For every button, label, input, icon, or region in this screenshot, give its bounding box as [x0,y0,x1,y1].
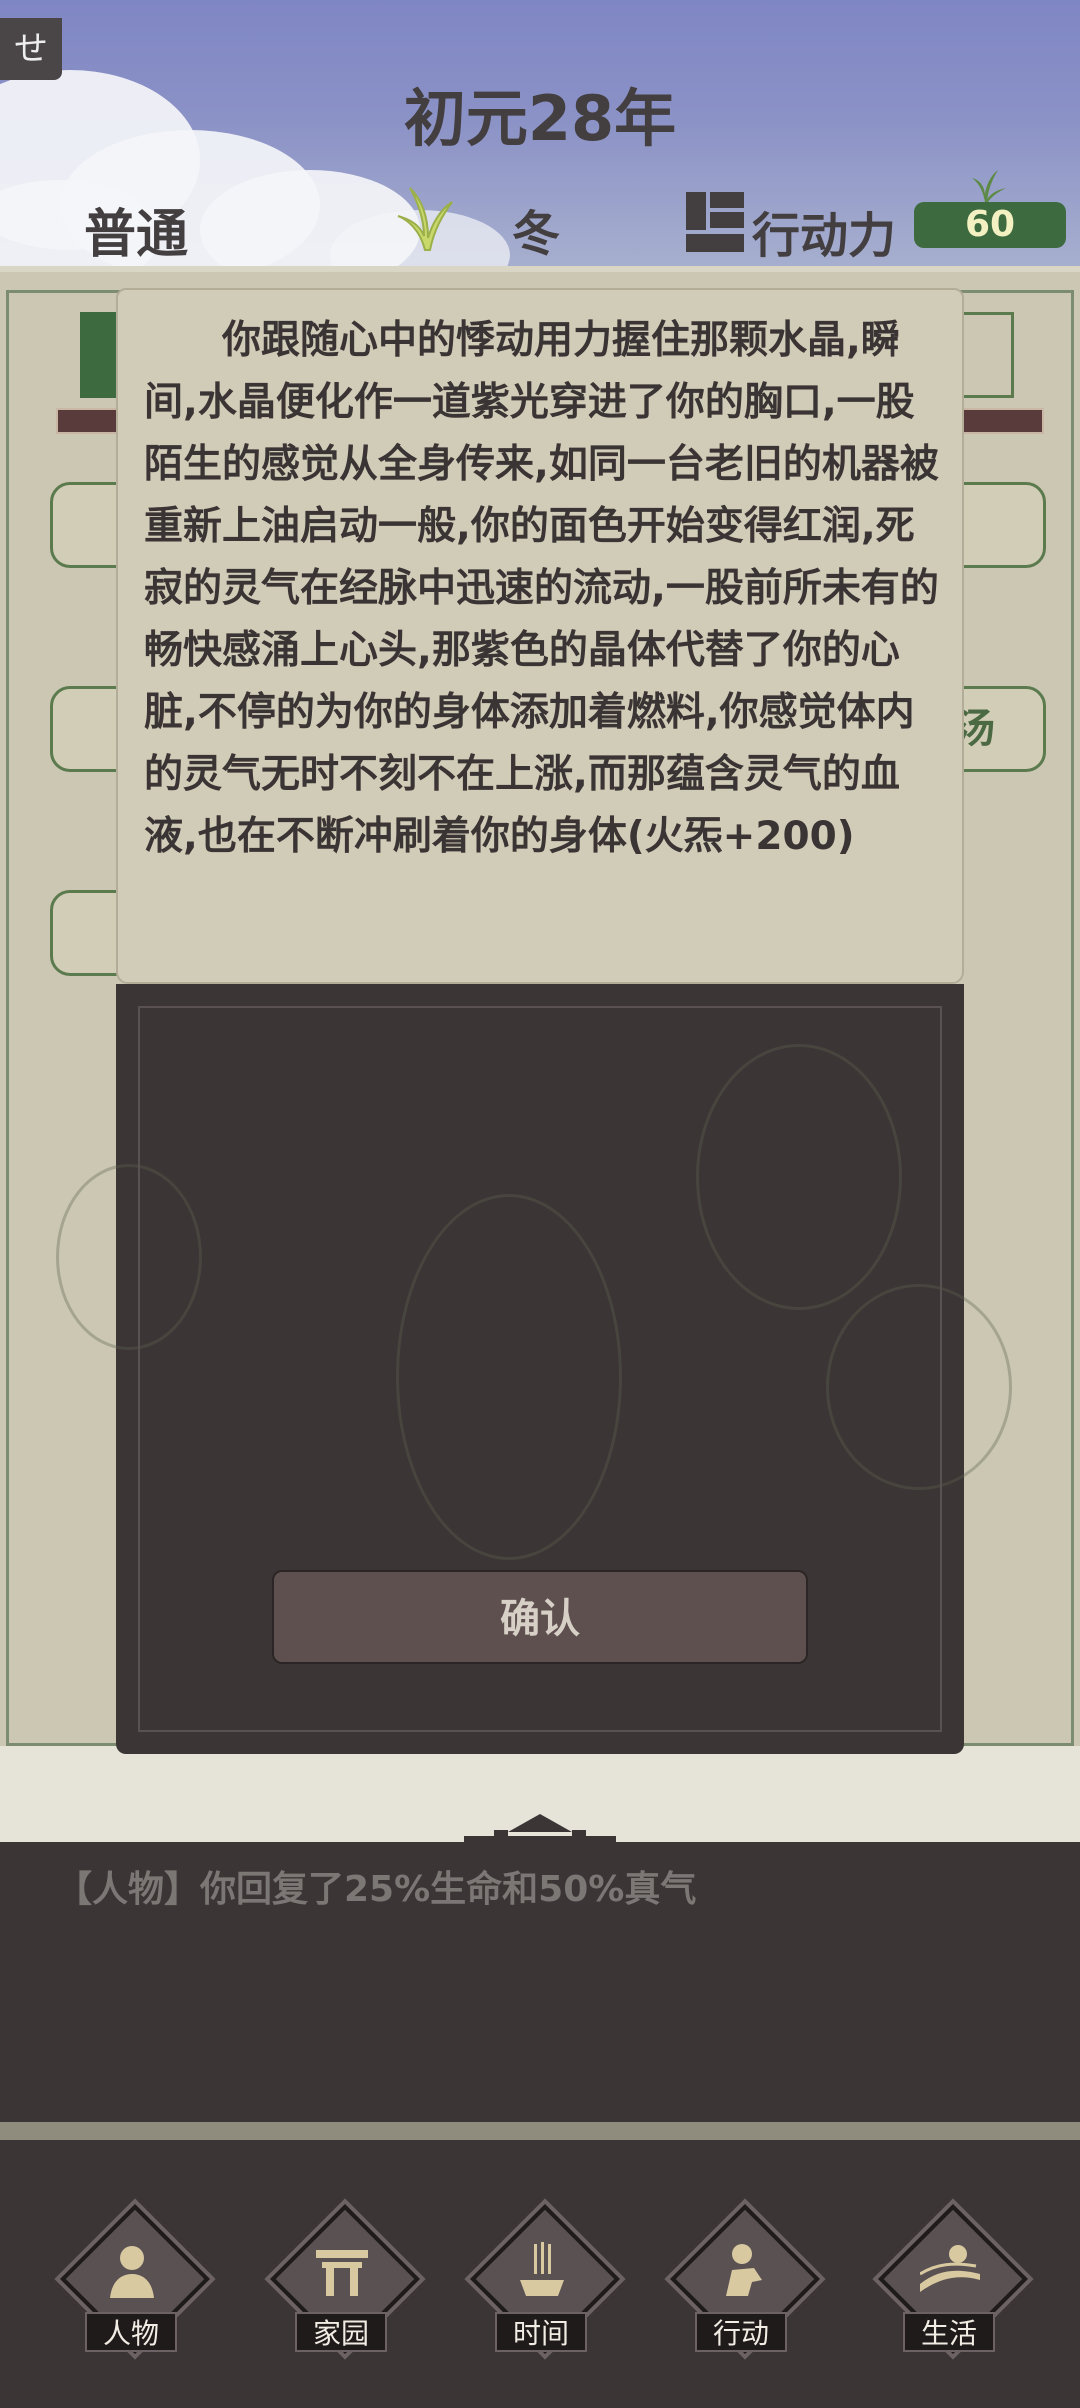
right-scroll-bar [960,408,1044,434]
log-message: 【人物】你回复了25%生命和50%真气 [56,1869,697,1910]
event-text: 你跟随心中的悸动用力握住那颗水晶,瞬间,水晶便化作一道紫光穿进了你的胸口,一股陌… [144,318,939,859]
difficulty-mode: 普通 [84,205,189,265]
nav-label: 生活 [903,2312,995,2352]
nav-home[interactable]: 家园 [260,2204,420,2354]
incense-icon [520,2242,564,2296]
nav-label: 行动 [695,2312,787,2352]
event-dialog: 你跟随心中的悸动用力握住那颗水晶,瞬间,水晶便化作一道紫光穿进了你的胸口,一股陌… [116,288,964,984]
action-icon [726,2244,762,2296]
nav-label: 人物 [85,2312,177,2352]
nav-label: 家园 [295,2312,387,2352]
nav-character[interactable]: 人物 [50,2204,210,2354]
nav-action[interactable]: 行动 [660,2204,820,2354]
action-power-value: 60 [914,202,1066,248]
person-icon [110,2246,154,2298]
life-icon [920,2245,980,2292]
action-power-label: 行动力 [752,208,897,264]
year-title: 初元28年 [403,82,677,155]
log-divider [0,2122,1080,2140]
nav-label: 时间 [495,2312,587,2352]
nav-time[interactable]: 时间 [460,2204,620,2354]
season-plant-icon [397,187,453,251]
nav-life[interactable]: 生活 [868,2204,1028,2354]
confirm-button[interactable]: 确认 [272,1570,808,1664]
action-power-icon [686,192,744,252]
gate-icon [316,2250,368,2296]
expand-log-icon[interactable] [464,1806,616,1842]
season-label: 冬 [512,206,561,262]
sprig-icon [972,170,1006,202]
